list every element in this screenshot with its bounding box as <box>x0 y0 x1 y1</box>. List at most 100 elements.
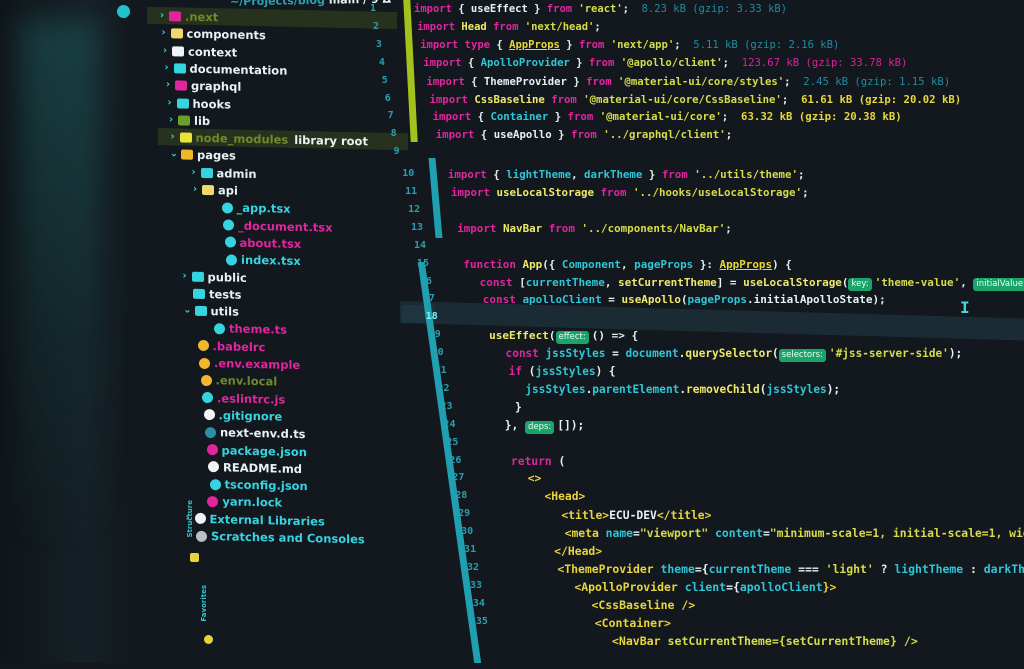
tree-item[interactable]: index.tsx <box>212 251 301 269</box>
code-token: Component <box>562 258 621 271</box>
structure-tab[interactable]: Structure <box>186 500 194 538</box>
code-line[interactable]: <CssBaseline /> <box>522 598 695 612</box>
chevron-right-icon[interactable]: › <box>158 43 172 59</box>
chevron-right-icon[interactable]: › <box>188 182 202 198</box>
line-number: 1 <box>370 3 376 14</box>
code-line[interactable]: <ThemeProvider theme={currentTheme === '… <box>516 562 1024 576</box>
chevron-right-icon[interactable]: › <box>187 164 201 180</box>
code-token: '../components/NavBar' <box>581 222 725 235</box>
code-line[interactable]: return ( <box>498 455 566 468</box>
tree-item[interactable]: ›lib <box>164 112 210 129</box>
chevron-right-icon[interactable]: › <box>161 77 175 93</box>
tree-item[interactable]: ›context <box>158 43 237 61</box>
code-line[interactable]: useEffect(effect:() => { <box>476 329 638 344</box>
tree-item[interactable]: README.md <box>194 459 302 477</box>
tree-item[interactable]: theme.ts <box>200 320 287 338</box>
code-line[interactable]: import { lightTheme, darkTheme } from '.… <box>448 168 805 181</box>
code-token: from <box>586 75 618 88</box>
code-token: ; <box>722 110 741 123</box>
code-token: { <box>458 3 471 15</box>
code-token: useEffect <box>471 3 528 15</box>
tree-item[interactable]: .babelrc <box>184 337 266 355</box>
code-token: pageProps <box>688 293 747 306</box>
tree-item[interactable]: next-env.d.ts <box>191 424 306 442</box>
chevron-down-icon[interactable]: ⌄ <box>181 303 195 319</box>
tree-item[interactable]: ⌄pages <box>167 147 236 164</box>
chevron-right-icon[interactable]: › <box>160 60 174 76</box>
code-line[interactable]: <NavBar setCurrentTheme={setCurrentTheme… <box>529 634 918 648</box>
favorites-tab[interactable]: Favorites <box>200 585 208 622</box>
code-token: setCurrentTheme={setCurrentTheme} /> <box>668 634 918 648</box>
code-line[interactable]: } <box>488 401 522 414</box>
tree-item[interactable]: ›api <box>188 182 238 199</box>
folder-icon <box>201 168 213 178</box>
tree-item[interactable]: ›components <box>157 25 266 43</box>
code-token: 'light' <box>826 562 874 576</box>
tree-item[interactable]: _document.tsx <box>209 217 332 236</box>
code-line[interactable]: import { useEffect } from 'react'; 8.23 … <box>414 3 787 15</box>
code-token: import <box>417 21 461 33</box>
code-line[interactable]: <Head> <box>504 490 586 503</box>
chevron-right-icon[interactable]: › <box>178 268 192 284</box>
code-line[interactable]: const [currentTheme, setCurrentTheme] = … <box>467 276 1024 291</box>
tree-item-label: .env.example <box>214 355 300 373</box>
tree-item-label: about.tsx <box>240 235 302 252</box>
folder-icon <box>172 46 184 56</box>
tree-item-suffix: library root <box>294 132 368 150</box>
code-token: from <box>551 93 583 106</box>
tree-item[interactable]: ›hooks <box>163 95 231 112</box>
react-file-icon <box>225 237 236 248</box>
code-line[interactable]: </Head> <box>513 544 602 558</box>
chevron-down-icon[interactable]: ⌄ <box>167 147 181 163</box>
code-line[interactable]: import useLocalStorage from '../hooks/us… <box>451 186 809 199</box>
code-line[interactable]: import CssBaseline from '@material-ui/co… <box>430 93 962 106</box>
code-token: 5.11 kB (gzip: 2.16 kB) <box>693 39 839 51</box>
code-line[interactable]: <> <box>501 472 542 485</box>
code-line[interactable]: import NavBar from '../components/NavBar… <box>457 222 732 235</box>
code-line[interactable]: <ApolloProvider client={apolloClient}> <box>519 580 836 594</box>
code-editor[interactable]: import { useEffect } from 'react'; 8.23 … <box>410 0 1024 663</box>
tree-item[interactable]: ›documentation <box>160 60 288 79</box>
tree-item[interactable]: .eslintrc.js <box>188 389 285 407</box>
code-line[interactable]: import Head from 'next/head'; <box>417 21 601 33</box>
code-line[interactable]: jssStyles.parentElement.removeChild(jssS… <box>485 383 840 396</box>
code-token: ; <box>725 222 732 235</box>
code-line[interactable]: function App({ Component, pageProps }: A… <box>463 258 791 271</box>
code-token: jssStyles <box>535 365 595 378</box>
tree-item[interactable]: ›graphql <box>161 77 241 95</box>
tree-item[interactable]: about.tsx <box>211 234 302 252</box>
tree-item[interactable]: tsconfig.json <box>196 476 308 494</box>
code-line[interactable]: import type { AppProps } from 'next/app'… <box>420 39 839 51</box>
tree-item[interactable]: ›.next <box>155 8 218 25</box>
code-token: import <box>430 93 475 106</box>
code-line[interactable]: import { useApollo } from '../graphql/cl… <box>436 128 732 141</box>
code-line[interactable]: if (jssStyles) { <box>482 365 616 378</box>
code-line[interactable]: <Container> <box>525 616 671 630</box>
tree-item[interactable]: ⌄utils <box>181 303 239 320</box>
tree-item[interactable]: .gitignore <box>190 407 283 425</box>
tree-item[interactable]: ›admin <box>187 164 257 181</box>
code-line[interactable]: <meta name="viewport" content="minimum-s… <box>510 526 1024 540</box>
tree-item[interactable]: ›public <box>178 268 247 285</box>
env-file-icon <box>199 357 210 368</box>
code-line[interactable]: import { Container } from '@material-ui/… <box>433 110 902 123</box>
tree-item[interactable]: .env.local <box>187 372 278 390</box>
code-line[interactable]: import { ThemeProvider } from '@material… <box>426 75 950 88</box>
chevron-right-icon[interactable]: › <box>163 95 177 111</box>
tree-item[interactable]: _app.tsx <box>208 199 291 217</box>
code-token: { <box>493 168 506 181</box>
chevron-right-icon[interactable]: › <box>155 8 169 24</box>
tree-item[interactable]: package.json <box>193 441 308 459</box>
chevron-right-icon[interactable]: › <box>157 25 171 41</box>
code-line[interactable]: <title>ECU-DEV</title> <box>507 508 712 522</box>
code-line[interactable]: }, deps:[]); <box>491 419 584 434</box>
code-line[interactable]: import { ApolloProvider } from '@apollo/… <box>423 57 907 69</box>
chevron-right-icon[interactable]: › <box>166 129 180 145</box>
chevron-right-icon[interactable]: › <box>164 112 178 128</box>
code-token: content <box>715 526 763 540</box>
tree-item-label: External Libraries <box>210 511 325 529</box>
code-line[interactable]: const apolloClient = useApollo(pageProps… <box>470 293 886 306</box>
code-line[interactable]: const jssStyles = document.querySelector… <box>479 347 962 362</box>
tree-item[interactable]: tests <box>179 285 241 302</box>
tree-item[interactable]: .env.example <box>185 355 300 373</box>
